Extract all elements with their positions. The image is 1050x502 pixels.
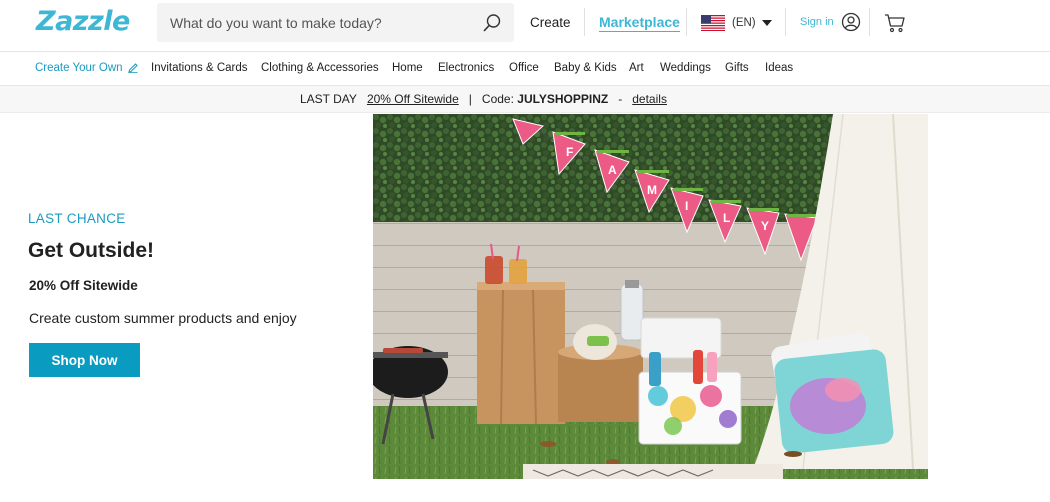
- divider: [785, 8, 786, 36]
- user-icon: [841, 12, 860, 32]
- nav-invitations-cards[interactable]: Invitations & Cards: [151, 62, 248, 74]
- us-flag-icon: [701, 15, 725, 31]
- nav-electronics[interactable]: Electronics: [438, 62, 494, 74]
- promo-code-label: Code:: [481, 92, 514, 106]
- divider: [686, 8, 687, 36]
- divider: [869, 8, 870, 36]
- outdoor-party-scene: F A M I L Y: [373, 114, 928, 479]
- promo-offer-link[interactable]: 20% Off Sitewide: [367, 92, 459, 106]
- hero-subtitle: 20% Off Sitewide: [29, 278, 138, 293]
- sign-in-label: Sign in: [800, 16, 834, 28]
- promo-text: LAST DAY 20% Off Sitewide | Code: JULYSH…: [300, 92, 667, 106]
- search-input[interactable]: [157, 3, 477, 42]
- nav-create-your-own[interactable]: Create Your Own: [35, 62, 138, 74]
- bunting-letter: Y: [761, 219, 769, 233]
- nav-label: Create Your Own: [35, 62, 123, 74]
- nav-office[interactable]: Office: [509, 62, 539, 74]
- create-link[interactable]: Create: [530, 15, 571, 30]
- divider: [584, 8, 585, 36]
- bunting-letter: M: [647, 183, 657, 197]
- nav-baby-kids[interactable]: Baby & Kids: [554, 62, 617, 74]
- language-selector[interactable]: (EN): [701, 13, 772, 33]
- marketplace-link[interactable]: Marketplace: [599, 14, 680, 32]
- bunting-letter: L: [723, 211, 730, 225]
- bunting-letter: F: [566, 145, 573, 159]
- top-header: Zazzle Create Marketplace (EN) Sign in: [0, 0, 935, 46]
- search-bar: [157, 3, 514, 42]
- promo-separator: -: [618, 92, 623, 106]
- promo-bar: LAST DAY 20% Off Sitewide | Code: JULYSH…: [0, 86, 1050, 113]
- promo-details-link[interactable]: details: [632, 92, 667, 106]
- hero-title: Get Outside!: [28, 239, 155, 262]
- promo-prefix: LAST DAY: [300, 92, 357, 106]
- search-icon[interactable]: [482, 13, 502, 33]
- nav-home[interactable]: Home: [392, 62, 423, 74]
- caret-down-icon: [761, 20, 772, 26]
- hero-description: Create custom summer products and enjoy: [29, 310, 297, 326]
- nav-ideas[interactable]: Ideas: [765, 62, 793, 74]
- language-label: (EN): [732, 17, 756, 29]
- shopping-cart-icon[interactable]: [884, 13, 906, 33]
- hero-image[interactable]: F A M I L Y: [373, 114, 928, 479]
- promo-code: JULYSHOPPINZ: [517, 92, 609, 106]
- nav-weddings[interactable]: Weddings: [660, 62, 711, 74]
- bunting-letter: A: [608, 163, 617, 177]
- zazzle-logo[interactable]: Zazzle: [36, 6, 130, 37]
- sign-in-button[interactable]: Sign in: [800, 12, 861, 32]
- nav-clothing-accessories[interactable]: Clothing & Accessories: [261, 62, 379, 74]
- shop-now-button[interactable]: Shop Now: [29, 343, 140, 377]
- bunting-letter: I: [685, 199, 688, 213]
- pencil-icon: [127, 63, 138, 73]
- nav-gifts[interactable]: Gifts: [725, 62, 749, 74]
- category-nav: Create Your Own Invitations & Cards Clot…: [0, 52, 1050, 85]
- nav-art[interactable]: Art: [629, 62, 644, 74]
- hero-eyebrow: LAST CHANCE: [28, 211, 126, 226]
- promo-separator: |: [468, 92, 472, 106]
